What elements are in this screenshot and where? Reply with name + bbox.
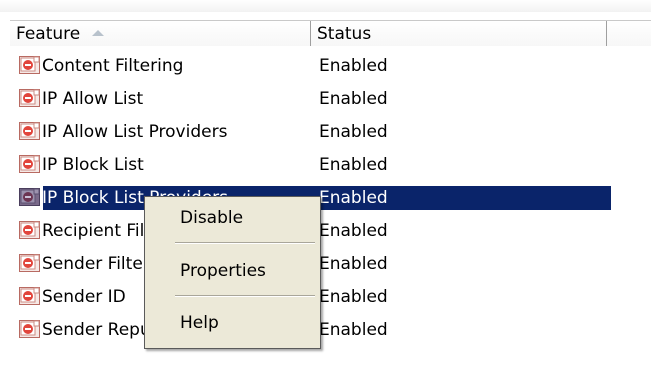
table-row[interactable]: Content Filtering Enabled: [10, 51, 651, 84]
menu-item-help-label: Help: [180, 313, 219, 333]
row-feature-name: IP Allow List: [42, 89, 144, 109]
row-status: Enabled: [319, 155, 388, 175]
table-row[interactable]: Recipient Filtering Enabled: [10, 216, 651, 249]
agent-feature-icon: [19, 254, 40, 272]
row-feature-name: IP Block List: [42, 155, 144, 175]
agent-feature-icon: [19, 287, 40, 305]
menu-separator: [175, 295, 315, 297]
column-header-feature-label: Feature: [16, 23, 81, 44]
table-row-selected[interactable]: IP Block List Providers Enabled: [10, 183, 651, 216]
top-border: [0, 0, 651, 12]
column-header: Feature Status: [10, 20, 651, 46]
row-feature-name: Content Filtering: [42, 56, 184, 76]
table-row[interactable]: Sender Reputation Enabled: [10, 315, 651, 348]
menu-item-disable[interactable]: Disable: [145, 201, 320, 235]
agent-feature-icon: [19, 122, 40, 140]
agent-feature-icon: [19, 89, 40, 107]
column-header-status[interactable]: Status: [311, 21, 607, 46]
row-feature-name: Sender ID: [42, 287, 126, 307]
table-row[interactable]: Sender Filtering Enabled: [10, 249, 651, 282]
row-feature-name: IP Allow List Providers: [42, 122, 228, 142]
agent-feature-icon: [19, 221, 40, 239]
row-status: Enabled: [319, 188, 388, 208]
row-status: Enabled: [319, 221, 388, 241]
agent-feature-icon: [19, 188, 40, 206]
agent-feature-icon: [19, 56, 40, 74]
table-row[interactable]: IP Allow List Enabled: [10, 84, 651, 117]
row-status: Enabled: [319, 254, 388, 274]
table-row[interactable]: IP Block List Enabled: [10, 150, 651, 183]
column-header-filler: [607, 21, 651, 46]
menu-item-properties-label: Properties: [180, 261, 266, 281]
column-header-feature[interactable]: Feature: [10, 21, 311, 46]
context-menu: Disable Properties Help: [144, 196, 321, 349]
agent-feature-icon: [19, 320, 40, 338]
menu-item-help[interactable]: Help: [145, 306, 320, 340]
sort-ascending-icon: [92, 29, 105, 36]
menu-item-disable-label: Disable: [180, 208, 244, 228]
row-status: Enabled: [319, 122, 388, 142]
row-status: Enabled: [319, 56, 388, 76]
table-row[interactable]: Sender ID Enabled: [10, 282, 651, 315]
column-header-status-label: Status: [317, 23, 372, 44]
row-status: Enabled: [319, 89, 388, 109]
menu-separator: [175, 242, 315, 244]
agent-feature-icon: [19, 155, 40, 173]
row-status: Enabled: [319, 320, 388, 340]
feature-list: Content Filtering Enabled IP Allow List …: [10, 51, 651, 348]
menu-item-properties[interactable]: Properties: [145, 254, 320, 288]
row-status: Enabled: [319, 287, 388, 307]
table-row[interactable]: IP Allow List Providers Enabled: [10, 117, 651, 150]
